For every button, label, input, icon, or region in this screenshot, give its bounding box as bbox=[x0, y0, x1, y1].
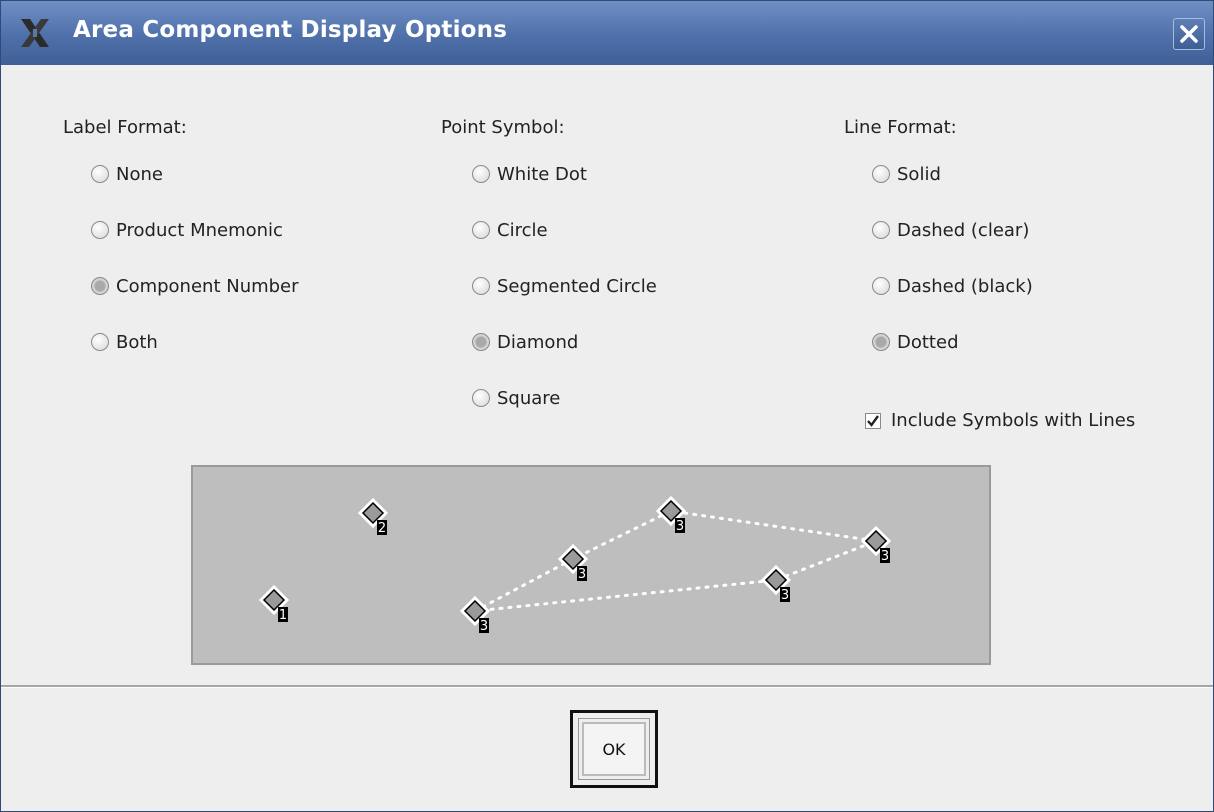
radio-label: Product Mnemonic bbox=[116, 219, 283, 241]
radio-indicator[interactable] bbox=[91, 221, 109, 239]
radio-indicator[interactable] bbox=[472, 165, 490, 183]
radio-line-dashed-black[interactable]: Dashed (black) bbox=[872, 273, 1033, 299]
diamond-symbol: 3 bbox=[655, 495, 687, 534]
radio-label: Dashed (clear) bbox=[897, 219, 1030, 241]
radio-indicator[interactable] bbox=[472, 389, 490, 407]
radio-line-dotted[interactable]: Dotted bbox=[872, 329, 959, 355]
title-bar[interactable]: Area Component Display Options bbox=[1, 1, 1213, 65]
diamond-symbol: 2 bbox=[357, 497, 389, 536]
radio-indicator[interactable] bbox=[472, 221, 490, 239]
symbol-number-label: 1 bbox=[279, 608, 287, 623]
radio-label-both[interactable]: Both bbox=[91, 329, 158, 355]
symbol-number-label: 2 bbox=[378, 521, 386, 536]
radio-label: Both bbox=[116, 331, 158, 353]
radio-indicator[interactable] bbox=[472, 277, 490, 295]
symbol-number-label: 3 bbox=[676, 519, 684, 534]
diamond-symbol: 3 bbox=[459, 595, 491, 634]
label-format-heading: Label Format: bbox=[63, 117, 187, 138]
symbol-number-label: 3 bbox=[881, 549, 889, 564]
diamond-symbol: 1 bbox=[258, 584, 290, 623]
radio-symbol-segmented-circle[interactable]: Segmented Circle bbox=[472, 273, 657, 299]
radio-line-solid[interactable]: Solid bbox=[872, 161, 941, 187]
diamond-symbol: 3 bbox=[860, 525, 892, 564]
radio-label: None bbox=[116, 163, 163, 185]
diamond-symbol: 3 bbox=[557, 543, 589, 582]
point-symbol-heading: Point Symbol: bbox=[441, 117, 565, 138]
radio-label-none[interactable]: None bbox=[91, 161, 163, 187]
radio-indicator[interactable] bbox=[91, 165, 109, 183]
diamond-symbol: 3 bbox=[760, 564, 792, 603]
close-icon bbox=[1180, 25, 1198, 43]
radio-label-component-number[interactable]: Component Number bbox=[91, 273, 299, 299]
radio-label: Component Number bbox=[116, 275, 299, 297]
radio-indicator[interactable] bbox=[872, 277, 890, 295]
radio-indicator-selected[interactable] bbox=[872, 333, 890, 351]
radio-label: Diamond bbox=[497, 331, 579, 353]
options-panel: Label Format: None Product Mnemonic Comp… bbox=[1, 65, 1213, 685]
radio-symbol-diamond[interactable]: Diamond bbox=[472, 329, 578, 355]
symbol-number-label: 3 bbox=[578, 567, 586, 582]
radio-label-product-mnemonic[interactable]: Product Mnemonic bbox=[91, 217, 283, 243]
radio-label: Solid bbox=[897, 163, 941, 185]
include-symbols-label: Include Symbols with Lines bbox=[891, 410, 1136, 431]
ok-button-face[interactable]: OK bbox=[582, 722, 646, 776]
preview-canvas: 1 2 3 3 3 3 3 bbox=[191, 465, 991, 665]
radio-label: Segmented Circle bbox=[497, 275, 657, 297]
radio-indicator[interactable] bbox=[872, 221, 890, 239]
checkbox-box[interactable] bbox=[865, 412, 881, 429]
radio-symbol-square[interactable]: Square bbox=[472, 385, 560, 411]
preview-drawing: 1 2 3 3 3 3 3 bbox=[258, 495, 892, 634]
radio-indicator-selected[interactable] bbox=[91, 277, 109, 295]
include-symbols-checkbox[interactable]: Include Symbols with Lines bbox=[865, 410, 1135, 431]
dialog-window: Area Component Display Options Label For… bbox=[0, 0, 1214, 812]
button-bar: OK bbox=[1, 688, 1213, 811]
radio-label: Dashed (black) bbox=[897, 275, 1033, 297]
symbol-number-label: 3 bbox=[480, 619, 488, 634]
radio-label: White Dot bbox=[497, 163, 587, 185]
x-logo-icon bbox=[21, 19, 49, 47]
radio-label: Square bbox=[497, 387, 561, 409]
radio-indicator-selected[interactable] bbox=[472, 333, 490, 351]
radio-symbol-white-dot[interactable]: White Dot bbox=[472, 161, 587, 187]
window-title: Area Component Display Options bbox=[73, 17, 508, 43]
radio-line-dashed-clear[interactable]: Dashed (clear) bbox=[872, 217, 1029, 243]
ok-button-label: OK bbox=[602, 739, 626, 759]
radio-indicator[interactable] bbox=[872, 165, 890, 183]
radio-label: Circle bbox=[497, 219, 548, 241]
ok-button[interactable]: OK bbox=[570, 710, 658, 788]
symbol-number-label: 3 bbox=[781, 588, 789, 603]
radio-symbol-circle[interactable]: Circle bbox=[472, 217, 548, 243]
close-button[interactable] bbox=[1173, 18, 1205, 50]
checkmark-icon bbox=[867, 414, 879, 427]
line-format-heading: Line Format: bbox=[844, 117, 957, 138]
radio-label: Dotted bbox=[897, 331, 959, 353]
radio-indicator[interactable] bbox=[91, 333, 109, 351]
